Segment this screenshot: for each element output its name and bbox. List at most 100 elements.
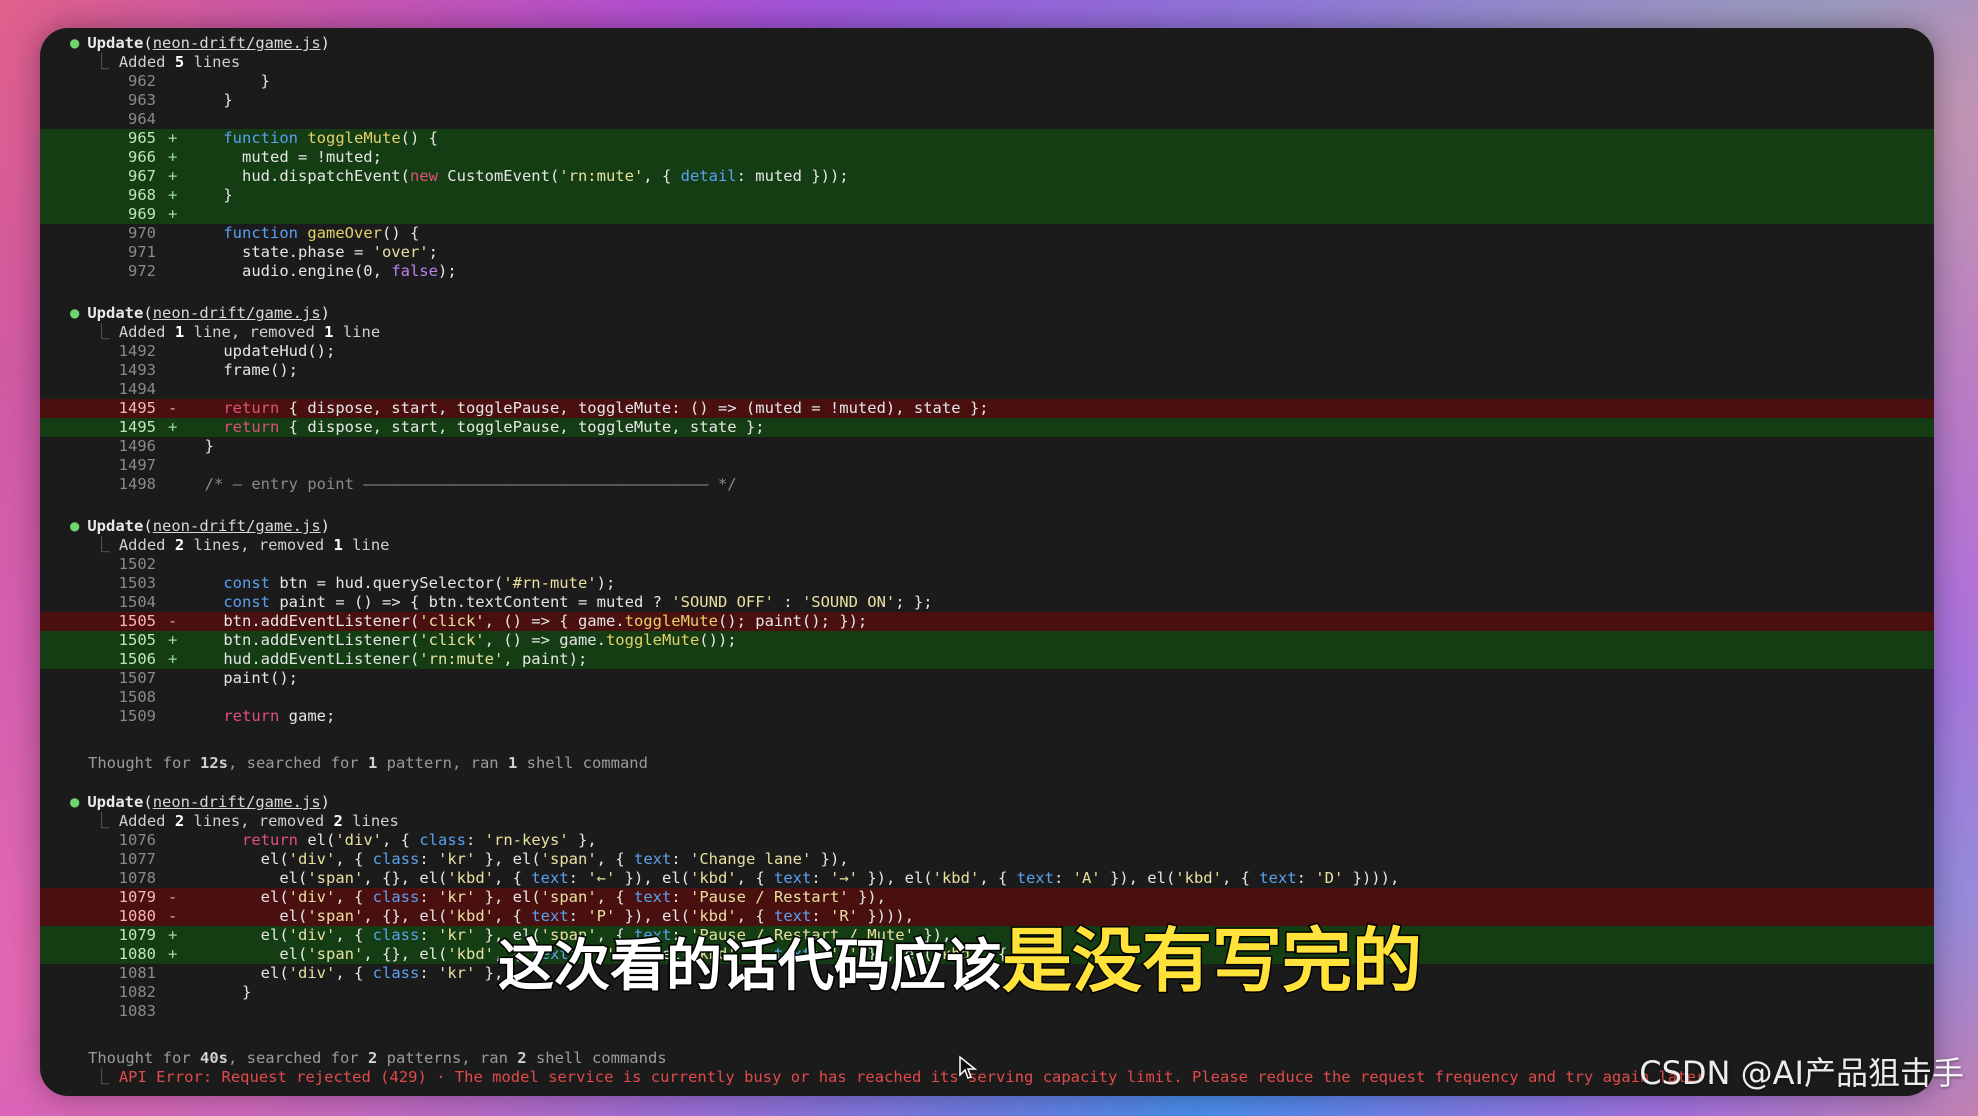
line-number: 1508 [118, 688, 156, 706]
line-number: 1505 [118, 612, 156, 630]
code-text: return el('div', { class: 'rn-keys' }, [242, 831, 597, 849]
line-number: 1504 [118, 593, 156, 611]
diff-line: 967 + hud.dispatchEvent(new CustomEvent('… [40, 167, 1934, 186]
diff-line: 962 } [40, 72, 1934, 91]
update-header[interactable]: ● Update(neon-drift/game.js) [40, 793, 1934, 812]
line-number: 1497 [118, 456, 156, 474]
summary-text: ⎿ Added 1 line, removed 1 line [94, 323, 381, 341]
diff-line: 965 + function toggleMute() { [40, 129, 1934, 148]
diff-marker: + [168, 129, 178, 147]
line-number: 1080 [118, 945, 156, 963]
update-header[interactable]: ● Update(neon-drift/game.js) [40, 517, 1934, 536]
diff-line: 1505- btn.addEventListener('click', () =… [40, 612, 1934, 631]
code-text: const btn = hud.querySelector('#rn-mute'… [223, 574, 616, 592]
diff-marker: - [168, 888, 178, 906]
file-link[interactable]: neon-drift/game.js [153, 517, 321, 535]
diff-line: 1504 const paint = () => { btn.textConte… [40, 593, 1934, 612]
update-summary: ⎿ Added 1 line, removed 1 line [40, 323, 1934, 342]
diff-line: 1495- return { dispose, start, togglePau… [40, 399, 1934, 418]
diff-line: 972 audio.engine(0, false); [40, 262, 1934, 281]
line-number: 1502 [118, 555, 156, 573]
diff-line: 1076 return el('div', { class: 'rn-keys'… [40, 831, 1934, 850]
status-dot-icon: ● [70, 34, 80, 52]
update-header[interactable]: ● Update(neon-drift/game.js) [40, 34, 1934, 53]
diff-marker: + [168, 186, 178, 204]
code-text: return { dispose, start, togglePause, to… [223, 399, 989, 417]
code-text: function gameOver() { [223, 224, 420, 242]
line-number: 1496 [118, 437, 156, 455]
file-link[interactable]: neon-drift/game.js [153, 34, 321, 52]
code-text: el('div', { class: 'kr' }, [186, 964, 504, 982]
code-text: el('span', {}, el('kbd', { text: '←' }),… [186, 869, 1400, 887]
diff-marker: - [168, 612, 178, 630]
diff-marker: + [168, 945, 178, 963]
summary-text: ⎿ Added 2 lines, removed 2 lines [94, 812, 399, 830]
diff-line: 970 function gameOver() { [40, 224, 1934, 243]
diff-marker: + [168, 167, 178, 185]
diff-marker: + [168, 148, 178, 166]
line-number: 970 [128, 224, 156, 242]
code-text: hud.dispatchEvent(new CustomEvent('rn:mu… [186, 167, 849, 185]
line-number: 1079 [118, 888, 156, 906]
line-number: 969 [128, 205, 156, 223]
file-link[interactable]: neon-drift/game.js [153, 793, 321, 811]
diff-line: 1492 updateHud(); [40, 342, 1934, 361]
line-number: 1079 [118, 926, 156, 944]
line-number: 966 [128, 148, 156, 166]
code-text: el('div', { class: 'kr' }, el('span', { … [186, 850, 849, 868]
code-text: return game; [223, 707, 336, 725]
line-number: 1507 [118, 669, 156, 687]
diff-line: 968 + } [40, 186, 1934, 205]
diff-line: 964 [40, 110, 1934, 129]
line-number: 972 [128, 262, 156, 280]
line-number: 1506 [118, 650, 156, 668]
line-number: 1082 [118, 983, 156, 1001]
diff-marker: + [168, 418, 178, 436]
diff-line: 1509 return game; [40, 707, 1934, 726]
subtitle-white-text: 这次看的话代码应该 [497, 933, 1004, 1001]
diff-marker: + [168, 650, 178, 668]
line-number: 965 [128, 129, 156, 147]
diff-line: 969 + [40, 205, 1934, 224]
diff-line: 1507 paint(); [40, 669, 1934, 688]
code-text: const paint = () => { btn.textContent = … [223, 593, 933, 611]
code-text: return { dispose, start, togglePause, to… [223, 418, 765, 436]
update-summary: ⎿ Added 2 lines, removed 1 line [40, 536, 1934, 555]
update-title: ● Update(neon-drift/game.js) [70, 517, 331, 535]
thought-text: Thought for 12s, searched for 1 pattern,… [88, 754, 648, 772]
code-text: paint(); [186, 669, 298, 687]
thought-summary: Thought for 12s, searched for 1 pattern,… [40, 754, 1934, 773]
line-number: 1081 [118, 964, 156, 982]
line-number: 963 [128, 91, 156, 109]
code-text: } [186, 91, 233, 109]
update-summary: ⎿ Added 2 lines, removed 2 lines [40, 812, 1934, 831]
thought-text: Thought for 40s, searched for 2 patterns… [88, 1049, 667, 1067]
diff-line: 966 + muted = !muted; [40, 148, 1934, 167]
diff-line: 1077 el('div', { class: 'kr' }, el('span… [40, 850, 1934, 869]
line-number: 1077 [118, 850, 156, 868]
line-number: 1498 [118, 475, 156, 493]
update-title: ● Update(neon-drift/game.js) [70, 793, 331, 811]
watermark: CSDN @AI产品狙击手 [1639, 1054, 1964, 1092]
file-link[interactable]: neon-drift/game.js [153, 304, 321, 322]
line-number: 962 [128, 72, 156, 90]
line-number: 1083 [118, 1002, 156, 1020]
code-text: /* — entry point ———————————————————————… [186, 475, 737, 493]
video-subtitle: 这次看的话代码应该是没有写完的 [497, 916, 1424, 1006]
diff-line: 1502 [40, 555, 1934, 574]
diff-line: 1496 } [40, 437, 1934, 456]
code-text: frame(); [186, 361, 298, 379]
line-number: 1076 [118, 831, 156, 849]
line-number: 1492 [118, 342, 156, 360]
summary-text: ⎿ Added 2 lines, removed 1 line [94, 536, 390, 554]
status-dot-icon: ● [70, 304, 80, 322]
update-title: ● Update(neon-drift/game.js) [70, 34, 331, 52]
diff-marker: - [168, 399, 178, 417]
code-text: function toggleMute() { [223, 129, 438, 147]
update-header[interactable]: ● Update(neon-drift/game.js) [40, 304, 1934, 323]
diff-line: 971 state.phase = 'over'; [40, 243, 1934, 262]
diff-line: 1506 + hud.addEventListener('rn:mute', pa… [40, 650, 1934, 669]
code-text: updateHud(); [186, 342, 336, 360]
line-number: 1080 [118, 907, 156, 925]
diff-line: 1493 frame(); [40, 361, 1934, 380]
